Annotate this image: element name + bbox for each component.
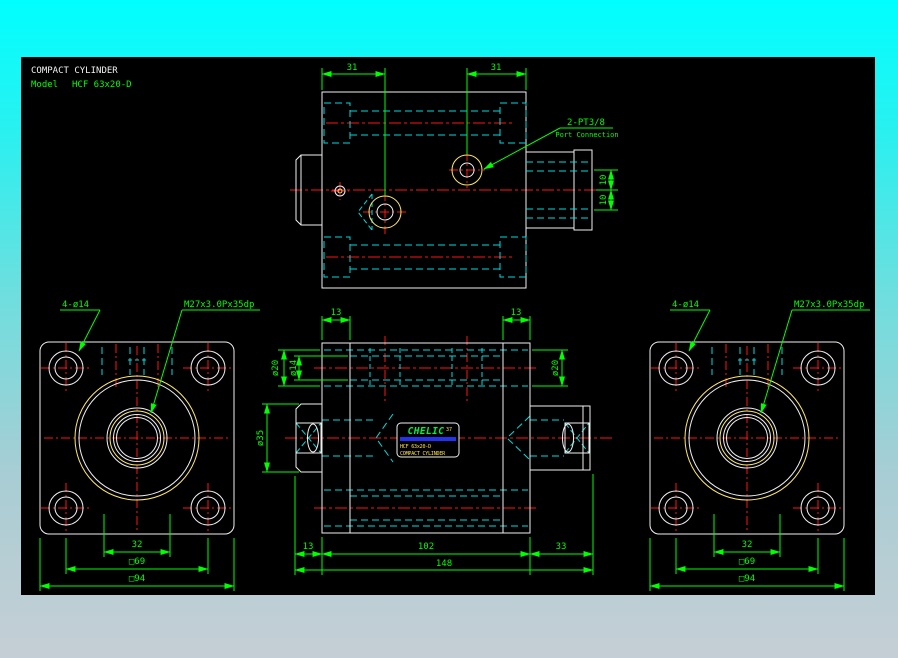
holes-callout-right: 4-ø14 — [672, 300, 699, 310]
dim-d20-left: ø20 — [271, 360, 281, 376]
dim-94-left: □94 — [129, 574, 145, 584]
dim-31-right: 31 — [491, 63, 502, 73]
port-callout-sub: Port Connection — [555, 131, 618, 139]
model-label: Model — [31, 80, 58, 90]
drawing-title: COMPACT CYLINDER — [31, 66, 118, 76]
port-callout: 2-PT3/8 — [567, 118, 605, 128]
dim-d14: ø14 — [289, 360, 299, 376]
thread-callout-left: M27x3.0Px35dp — [184, 300, 254, 310]
dim-13-top-left: 13 — [331, 308, 342, 318]
dim-33: 33 — [556, 542, 567, 552]
nameplate: CHELIC 37 HCF 63x20-D COMPACT CYLINDER — [396, 422, 460, 458]
dim-d35: ø35 — [256, 430, 266, 446]
nameplate-stripe — [400, 437, 456, 441]
dim-31-left: 31 — [347, 63, 358, 73]
nameplate-model: HCF 63x20-D — [400, 444, 431, 450]
dim-94-right: □94 — [739, 574, 755, 584]
dim-69-left: □69 — [129, 557, 145, 567]
dim-13-top-right: 13 — [511, 308, 522, 318]
nameplate-product: COMPACT CYLINDER — [400, 451, 446, 457]
dim-69-right: □69 — [739, 557, 755, 567]
dim-d20-right: ø20 — [551, 360, 561, 376]
nameplate-brand: CHELIC — [408, 426, 445, 437]
model-line: Model HCF 63x20-D — [31, 80, 132, 90]
desktop-background: COMPACT CYLINDER Model HCF 63x20-D 31 31… — [0, 0, 898, 658]
dim-10-upper: 10 — [599, 175, 609, 186]
thread-callout-right: M27x3.0Px35dp — [794, 300, 864, 310]
drawing-canvas — [21, 57, 875, 595]
dim-13-bottom: 13 — [303, 542, 314, 552]
holes-callout-left: 4-ø14 — [62, 300, 89, 310]
cad-drawing: COMPACT CYLINDER Model HCF 63x20-D 31 31… — [21, 57, 875, 595]
dim-32-left: 32 — [132, 540, 143, 550]
dim-148: 148 — [436, 559, 452, 569]
dim-32-right: 32 — [742, 540, 753, 550]
dim-102: 102 — [418, 542, 434, 552]
dim-10-lower: 10 — [599, 195, 609, 206]
nameplate-mark: 37 — [446, 427, 452, 433]
model-value: HCF 63x20-D — [72, 80, 132, 90]
